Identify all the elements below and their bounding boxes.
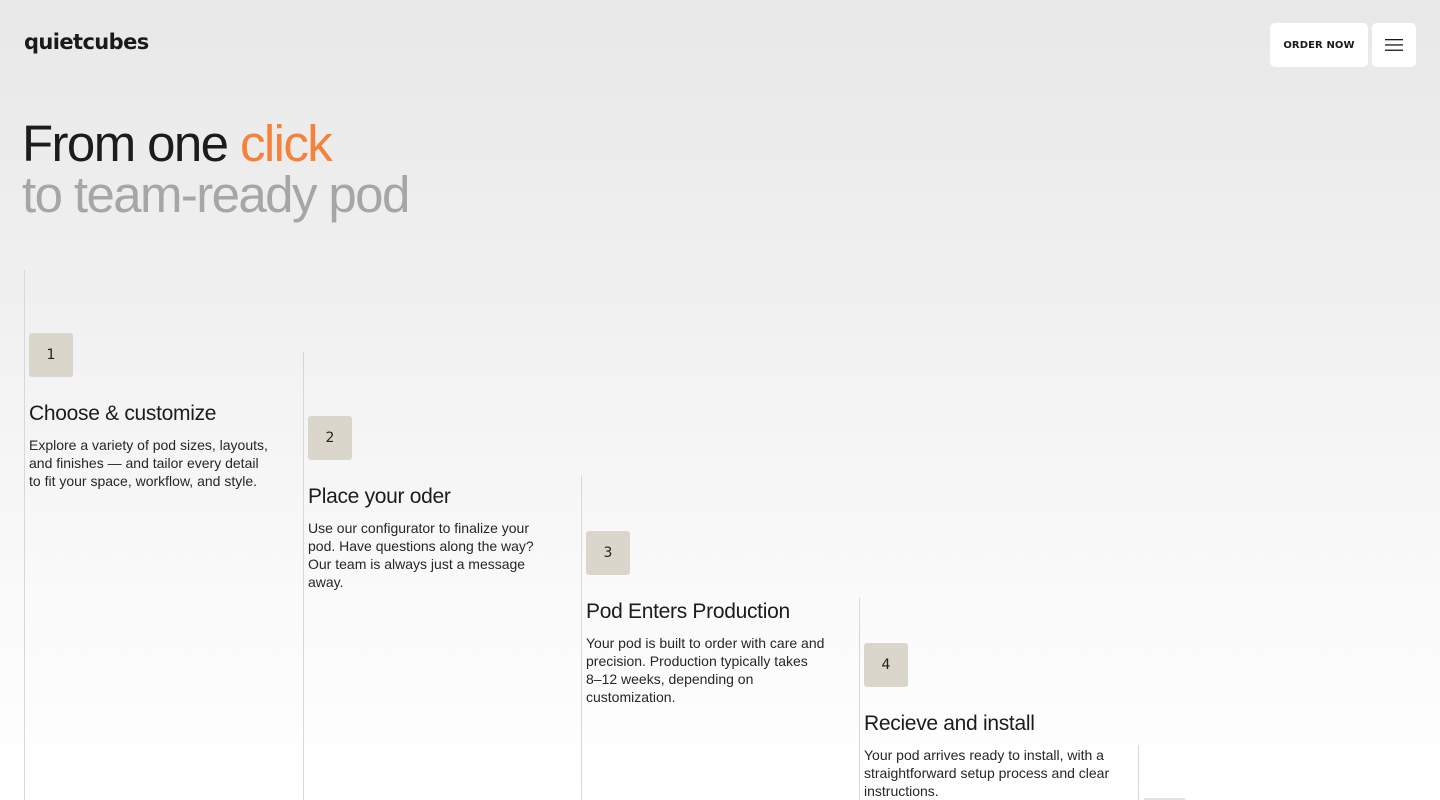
step-description: Use our configurator to finalize your po…: [308, 520, 534, 590]
step-divider-5: [1138, 745, 1139, 800]
step-divider-1: [24, 270, 25, 800]
step-number-badge: 2: [308, 416, 352, 460]
step-title: Recieve and install: [864, 712, 1035, 735]
hero-line-2: to team-ready pod: [22, 166, 410, 223]
step-title: Place your oder: [308, 485, 451, 508]
step-divider-2: [303, 352, 304, 800]
step-title: Pod Enters Production: [586, 600, 790, 623]
order-now-button[interactable]: ORDER NOW: [1270, 23, 1368, 67]
menu-button[interactable]: [1372, 23, 1416, 67]
order-now-label: ORDER NOW: [1283, 39, 1355, 51]
step-number-badge: 1: [29, 333, 73, 377]
step-description: Your pod is built to order with care and…: [586, 635, 825, 705]
step-title: Choose & customize: [29, 402, 217, 425]
logo[interactable]: quietcubes: [24, 30, 149, 54]
hero-heading: From one click to team-ready pod: [22, 118, 410, 223]
hamburger-menu-icon: [1385, 39, 1403, 51]
hero-line-1-prefix: From one: [22, 115, 241, 172]
hero-accent-word: click: [240, 115, 333, 172]
step-number-badge: 3: [586, 531, 630, 575]
step-divider-4: [859, 598, 860, 800]
hero-line-1: From one click: [22, 118, 409, 169]
step-number-badge: 4: [864, 643, 908, 687]
step-divider-3: [581, 475, 582, 800]
step-description: Explore a variety of pod sizes, layouts,…: [29, 437, 268, 489]
step-description: Your pod arrives ready to install, with …: [864, 747, 1110, 799]
